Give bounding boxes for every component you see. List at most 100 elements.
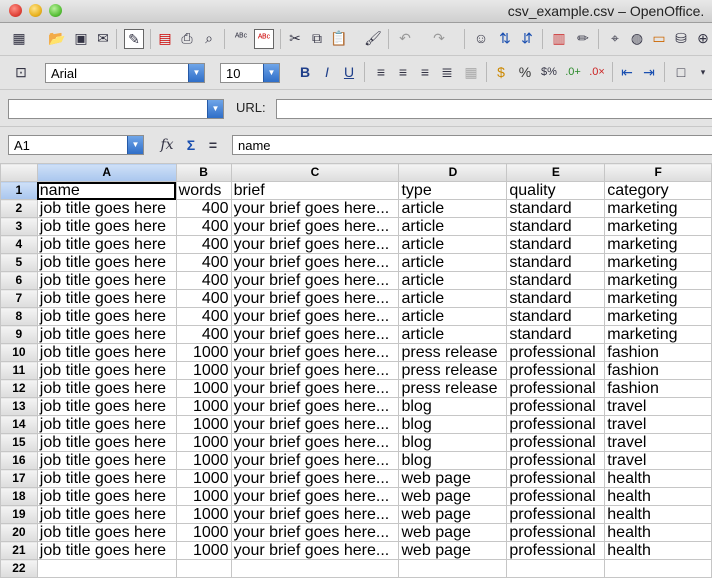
cell-c5[interactable]: your brief goes here... xyxy=(230,253,400,272)
gallery-icon[interactable]: ◍ xyxy=(628,29,646,47)
cell-a17[interactable]: job title goes here xyxy=(36,469,177,488)
cell-a6[interactable]: job title goes here xyxy=(36,271,177,290)
email-icon[interactable]: ✉ xyxy=(94,29,112,47)
cell-b21[interactable]: 1000 xyxy=(175,541,232,560)
cell-e21[interactable]: professional xyxy=(506,541,606,560)
align-right-icon[interactable]: ≡ xyxy=(416,63,434,81)
cell-d7[interactable]: article xyxy=(398,289,508,308)
spellcheck-icon[interactable]: ᴬᴮᶜ xyxy=(232,29,250,47)
cell-a20[interactable]: job title goes here xyxy=(36,523,177,542)
column-header-f[interactable]: F xyxy=(604,163,712,182)
cell-b3[interactable]: 400 xyxy=(175,217,232,236)
cell-d8[interactable]: article xyxy=(398,307,508,326)
cell-e10[interactable]: professional xyxy=(506,343,606,362)
copy-icon[interactable]: ⧉ xyxy=(308,29,326,47)
font-name-dropdown-icon[interactable]: ▼ xyxy=(188,64,204,82)
cell-d12[interactable]: press release xyxy=(398,379,508,398)
cell-d14[interactable]: blog xyxy=(398,415,508,434)
cell-d6[interactable]: article xyxy=(398,271,508,290)
cell-d21[interactable]: web page xyxy=(398,541,508,560)
cell-b15[interactable]: 1000 xyxy=(175,433,232,452)
cell-e11[interactable]: professional xyxy=(506,361,606,380)
cell-a16[interactable]: job title goes here xyxy=(36,451,177,470)
row-header[interactable]: 3 xyxy=(0,217,38,236)
data-sources-icon[interactable]: ▭ xyxy=(650,29,668,47)
cell-f11[interactable]: fashion xyxy=(604,361,712,380)
row-header[interactable]: 14 xyxy=(0,415,38,434)
row-header[interactable]: 19 xyxy=(0,505,38,524)
cell-b10[interactable]: 1000 xyxy=(175,343,232,362)
row-header[interactable]: 1 xyxy=(0,181,38,200)
cell-b9[interactable]: 400 xyxy=(175,325,232,344)
cell-e13[interactable]: professional xyxy=(506,397,606,416)
standard-format-icon[interactable]: $% xyxy=(540,63,558,81)
select-all-corner[interactable] xyxy=(0,163,38,182)
url-input[interactable] xyxy=(276,99,712,119)
cell-c10[interactable]: your brief goes here... xyxy=(230,343,400,362)
database-icon[interactable]: ⛁ xyxy=(672,29,690,47)
cell-e19[interactable]: professional xyxy=(506,505,606,524)
column-header-a[interactable]: A xyxy=(36,163,177,182)
cell-a13[interactable]: job title goes here xyxy=(36,397,177,416)
cell-f3[interactable]: marketing xyxy=(604,217,712,236)
cell-b18[interactable]: 1000 xyxy=(175,487,232,506)
row-header[interactable]: 6 xyxy=(0,271,38,290)
add-decimal-icon[interactable]: .0+ xyxy=(564,63,582,81)
cell-a1[interactable]: name xyxy=(36,181,177,200)
sum-icon[interactable]: Σ xyxy=(182,136,200,154)
cell-c19[interactable]: your brief goes here... xyxy=(230,505,400,524)
sort-descending-icon[interactable]: ⇵ xyxy=(518,29,536,47)
percent-format-icon[interactable]: % xyxy=(516,63,534,81)
merge-cells-icon[interactable]: ▦ xyxy=(462,63,480,81)
cell-d2[interactable]: article xyxy=(398,199,508,218)
cell-b6[interactable]: 400 xyxy=(175,271,232,290)
cell-a12[interactable]: job title goes here xyxy=(36,379,177,398)
align-center-icon[interactable]: ≡ xyxy=(394,63,412,81)
name-box-dropdown-icon[interactable]: ▼ xyxy=(127,136,143,154)
cell-f14[interactable]: travel xyxy=(604,415,712,434)
cell-f7[interactable]: marketing xyxy=(604,289,712,308)
font-name-combo[interactable]: Arial ▼ xyxy=(45,63,205,83)
cell-c1[interactable]: brief xyxy=(230,181,400,200)
cell-a10[interactable]: job title goes here xyxy=(36,343,177,362)
cell-f4[interactable]: marketing xyxy=(604,235,712,254)
cell-f17[interactable]: health xyxy=(604,469,712,488)
font-size-dropdown-icon[interactable]: ▼ xyxy=(263,64,279,82)
chart-icon[interactable]: ▥ xyxy=(550,29,568,47)
cell-e2[interactable]: standard xyxy=(506,199,606,218)
cell-e4[interactable]: standard xyxy=(506,235,606,254)
cell-e9[interactable]: standard xyxy=(506,325,606,344)
row-header[interactable]: 12 xyxy=(0,379,38,398)
cell-b8[interactable]: 400 xyxy=(175,307,232,326)
zoom-icon[interactable]: ⊕ xyxy=(694,29,712,47)
cell-d3[interactable]: article xyxy=(398,217,508,236)
cell-f13[interactable]: travel xyxy=(604,397,712,416)
save-icon[interactable]: ▣ xyxy=(72,29,90,47)
cell-c2[interactable]: your brief goes here... xyxy=(230,199,400,218)
cell-d19[interactable]: web page xyxy=(398,505,508,524)
cell-c8[interactable]: your brief goes here... xyxy=(230,307,400,326)
cell-f15[interactable]: travel xyxy=(604,433,712,452)
cell-c6[interactable]: your brief goes here... xyxy=(230,271,400,290)
row-header[interactable]: 16 xyxy=(0,451,38,470)
decrease-indent-icon[interactable]: ⇤ xyxy=(618,63,636,81)
cell-a22[interactable] xyxy=(36,559,177,578)
cell-a5[interactable]: job title goes here xyxy=(36,253,177,272)
cell-a15[interactable]: job title goes here xyxy=(36,433,177,452)
column-header-c[interactable]: C xyxy=(230,163,400,182)
page-preview-icon[interactable]: ⌕ xyxy=(200,29,218,47)
cell-c16[interactable]: your brief goes here... xyxy=(230,451,400,470)
cell-e20[interactable]: professional xyxy=(506,523,606,542)
cell-c22[interactable] xyxy=(230,559,400,578)
row-header[interactable]: 17 xyxy=(0,469,38,488)
sort-ascending-icon[interactable]: ⇅ xyxy=(496,29,514,47)
cell-d17[interactable]: web page xyxy=(398,469,508,488)
undo-icon[interactable]: ↶ xyxy=(396,29,414,47)
cell-a7[interactable]: job title goes here xyxy=(36,289,177,308)
cell-d18[interactable]: web page xyxy=(398,487,508,506)
cell-f22[interactable] xyxy=(604,559,712,578)
cell-c11[interactable]: your brief goes here... xyxy=(230,361,400,380)
formula-input[interactable]: name xyxy=(232,135,712,155)
cell-b14[interactable]: 1000 xyxy=(175,415,232,434)
cell-b16[interactable]: 1000 xyxy=(175,451,232,470)
